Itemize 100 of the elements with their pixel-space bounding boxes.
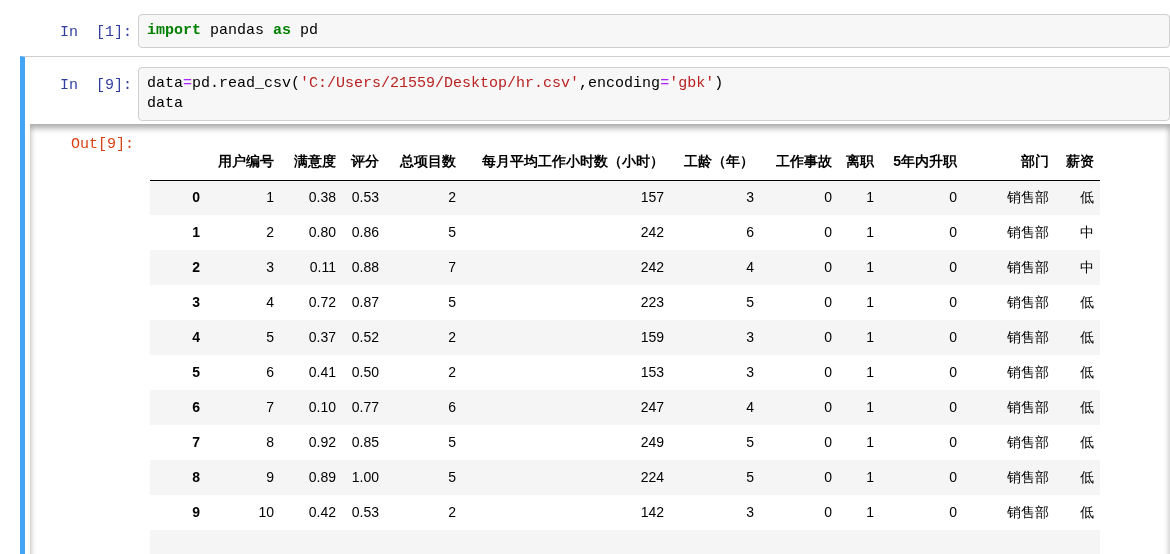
code-input[interactable]: import pandas as pd — [138, 14, 1170, 48]
column-header: 满意度 — [280, 144, 342, 180]
table-cell: 4 — [670, 390, 760, 425]
table-cell: 0.87 — [342, 285, 385, 320]
table-cell: 1 — [838, 425, 880, 460]
table-cell: 1 — [210, 180, 280, 215]
table-cell: 0.52 — [342, 320, 385, 355]
table-cell: 3 — [210, 250, 280, 285]
column-header: 用户编号 — [210, 144, 280, 180]
table-cell: 0.85 — [342, 425, 385, 460]
table-cell: 0.88 — [342, 250, 385, 285]
table-cell: 销售部 — [963, 250, 1055, 285]
table-cell: 2 — [385, 180, 462, 215]
table-cell: 销售部 — [963, 425, 1055, 460]
table-cell: 5 — [385, 285, 462, 320]
table-cell: 1 — [838, 460, 880, 495]
table-cell: 0 — [760, 250, 838, 285]
table-cell: 0.53 — [342, 495, 385, 530]
table-cell: 0 — [760, 215, 838, 250]
column-header: 离职 — [838, 144, 880, 180]
table-cell: 0.10 — [280, 390, 342, 425]
input-prompt: In [9]: — [59, 76, 133, 96]
table-cell: 0 — [760, 285, 838, 320]
table-cell: 销售部 — [963, 285, 1055, 320]
table-cell: 4 — [670, 250, 760, 285]
table-cell: 5 — [210, 320, 280, 355]
input-prompt: In [1]: — [59, 23, 133, 43]
output-prompt: Out[9]: — [70, 135, 135, 155]
table-cell: 低 — [1055, 355, 1100, 390]
table-cell: 0.86 — [342, 215, 385, 250]
table-cell: 0.41 — [280, 355, 342, 390]
table-cell: 153 — [462, 355, 670, 390]
row-index: 4 — [150, 320, 210, 355]
table-cell: 6 — [670, 215, 760, 250]
table-cell: 销售部 — [963, 460, 1055, 495]
table-cell: 6 — [385, 390, 462, 425]
table-cell: 低 — [1055, 285, 1100, 320]
table-cell: 223 — [462, 285, 670, 320]
table-cell: 0 — [760, 390, 838, 425]
table-cell: 0 — [760, 320, 838, 355]
table-cell: 0 — [880, 390, 963, 425]
table-cell: 8 — [210, 425, 280, 460]
table-cell: 0 — [880, 425, 963, 460]
table-cell: 142 — [462, 495, 670, 530]
column-header: 薪资 — [1055, 144, 1100, 180]
table-cell: 157 — [462, 180, 670, 215]
table-cell: 低 — [1055, 460, 1100, 495]
table-cell: 3 — [670, 355, 760, 390]
notebook-cell[interactable]: In [1]: import pandas as pd — [25, 14, 1170, 48]
table-cell: 3 — [670, 495, 760, 530]
table-cell: 5 — [670, 460, 760, 495]
table-cell: 0 — [880, 180, 963, 215]
row-index: 1 — [150, 215, 210, 250]
table-cell: 1 — [838, 250, 880, 285]
table-cell: 7 — [385, 250, 462, 285]
row-index: 3 — [150, 285, 210, 320]
table-cell: 0.37 — [280, 320, 342, 355]
table-cell: 销售部 — [963, 495, 1055, 530]
row-index: 5 — [150, 355, 210, 390]
table-cell: 2 — [210, 215, 280, 250]
table-cell: 0 — [760, 180, 838, 215]
table-cell: 销售部 — [963, 355, 1055, 390]
table-cell: 2 — [385, 355, 462, 390]
table-cell: 低 — [1055, 495, 1100, 530]
table-cell: 10 — [210, 495, 280, 530]
table-cell: 3 — [670, 320, 760, 355]
table-cell: 0 — [880, 495, 963, 530]
table-cell: 0 — [760, 425, 838, 460]
table-cell: 2 — [385, 495, 462, 530]
table-cell: 7 — [210, 390, 280, 425]
table-cell: 0 — [760, 495, 838, 530]
table-cell: 9 — [210, 460, 280, 495]
table-cell: 0 — [880, 285, 963, 320]
table-cell: 销售部 — [963, 390, 1055, 425]
table-cell: 0.53 — [342, 180, 385, 215]
table-cell: 1 — [838, 180, 880, 215]
table-cell: 0.38 — [280, 180, 342, 215]
table-cell: 1 — [838, 215, 880, 250]
table-cell: 1.00 — [342, 460, 385, 495]
column-header: 评分 — [342, 144, 385, 180]
table-cell: 低 — [1055, 390, 1100, 425]
table-cell: 5 — [670, 425, 760, 460]
table-cell: 销售部 — [963, 320, 1055, 355]
table-cell: 4 — [210, 285, 280, 320]
table-cell: 销售部 — [963, 215, 1055, 250]
row-index: 6 — [150, 390, 210, 425]
table-cell: 0.77 — [342, 390, 385, 425]
table-cell: 1 — [838, 285, 880, 320]
table-cell: 0.89 — [280, 460, 342, 495]
code-input[interactable]: data=pd.read_csv('C:/Users/21559/Desktop/hr.csv',encoding='gbk') data — [138, 67, 1170, 121]
column-header: 总项目数 — [385, 144, 462, 180]
table-cell: 0.50 — [342, 355, 385, 390]
table-cell: 低 — [1055, 425, 1100, 460]
column-header: 工作事故 — [760, 144, 838, 180]
table-cell: 242 — [462, 215, 670, 250]
row-index: 2 — [150, 250, 210, 285]
table-cell: 低 — [1055, 320, 1100, 355]
table-cell: 0.80 — [280, 215, 342, 250]
table-cell: 159 — [462, 320, 670, 355]
table-cell: 3 — [670, 180, 760, 215]
